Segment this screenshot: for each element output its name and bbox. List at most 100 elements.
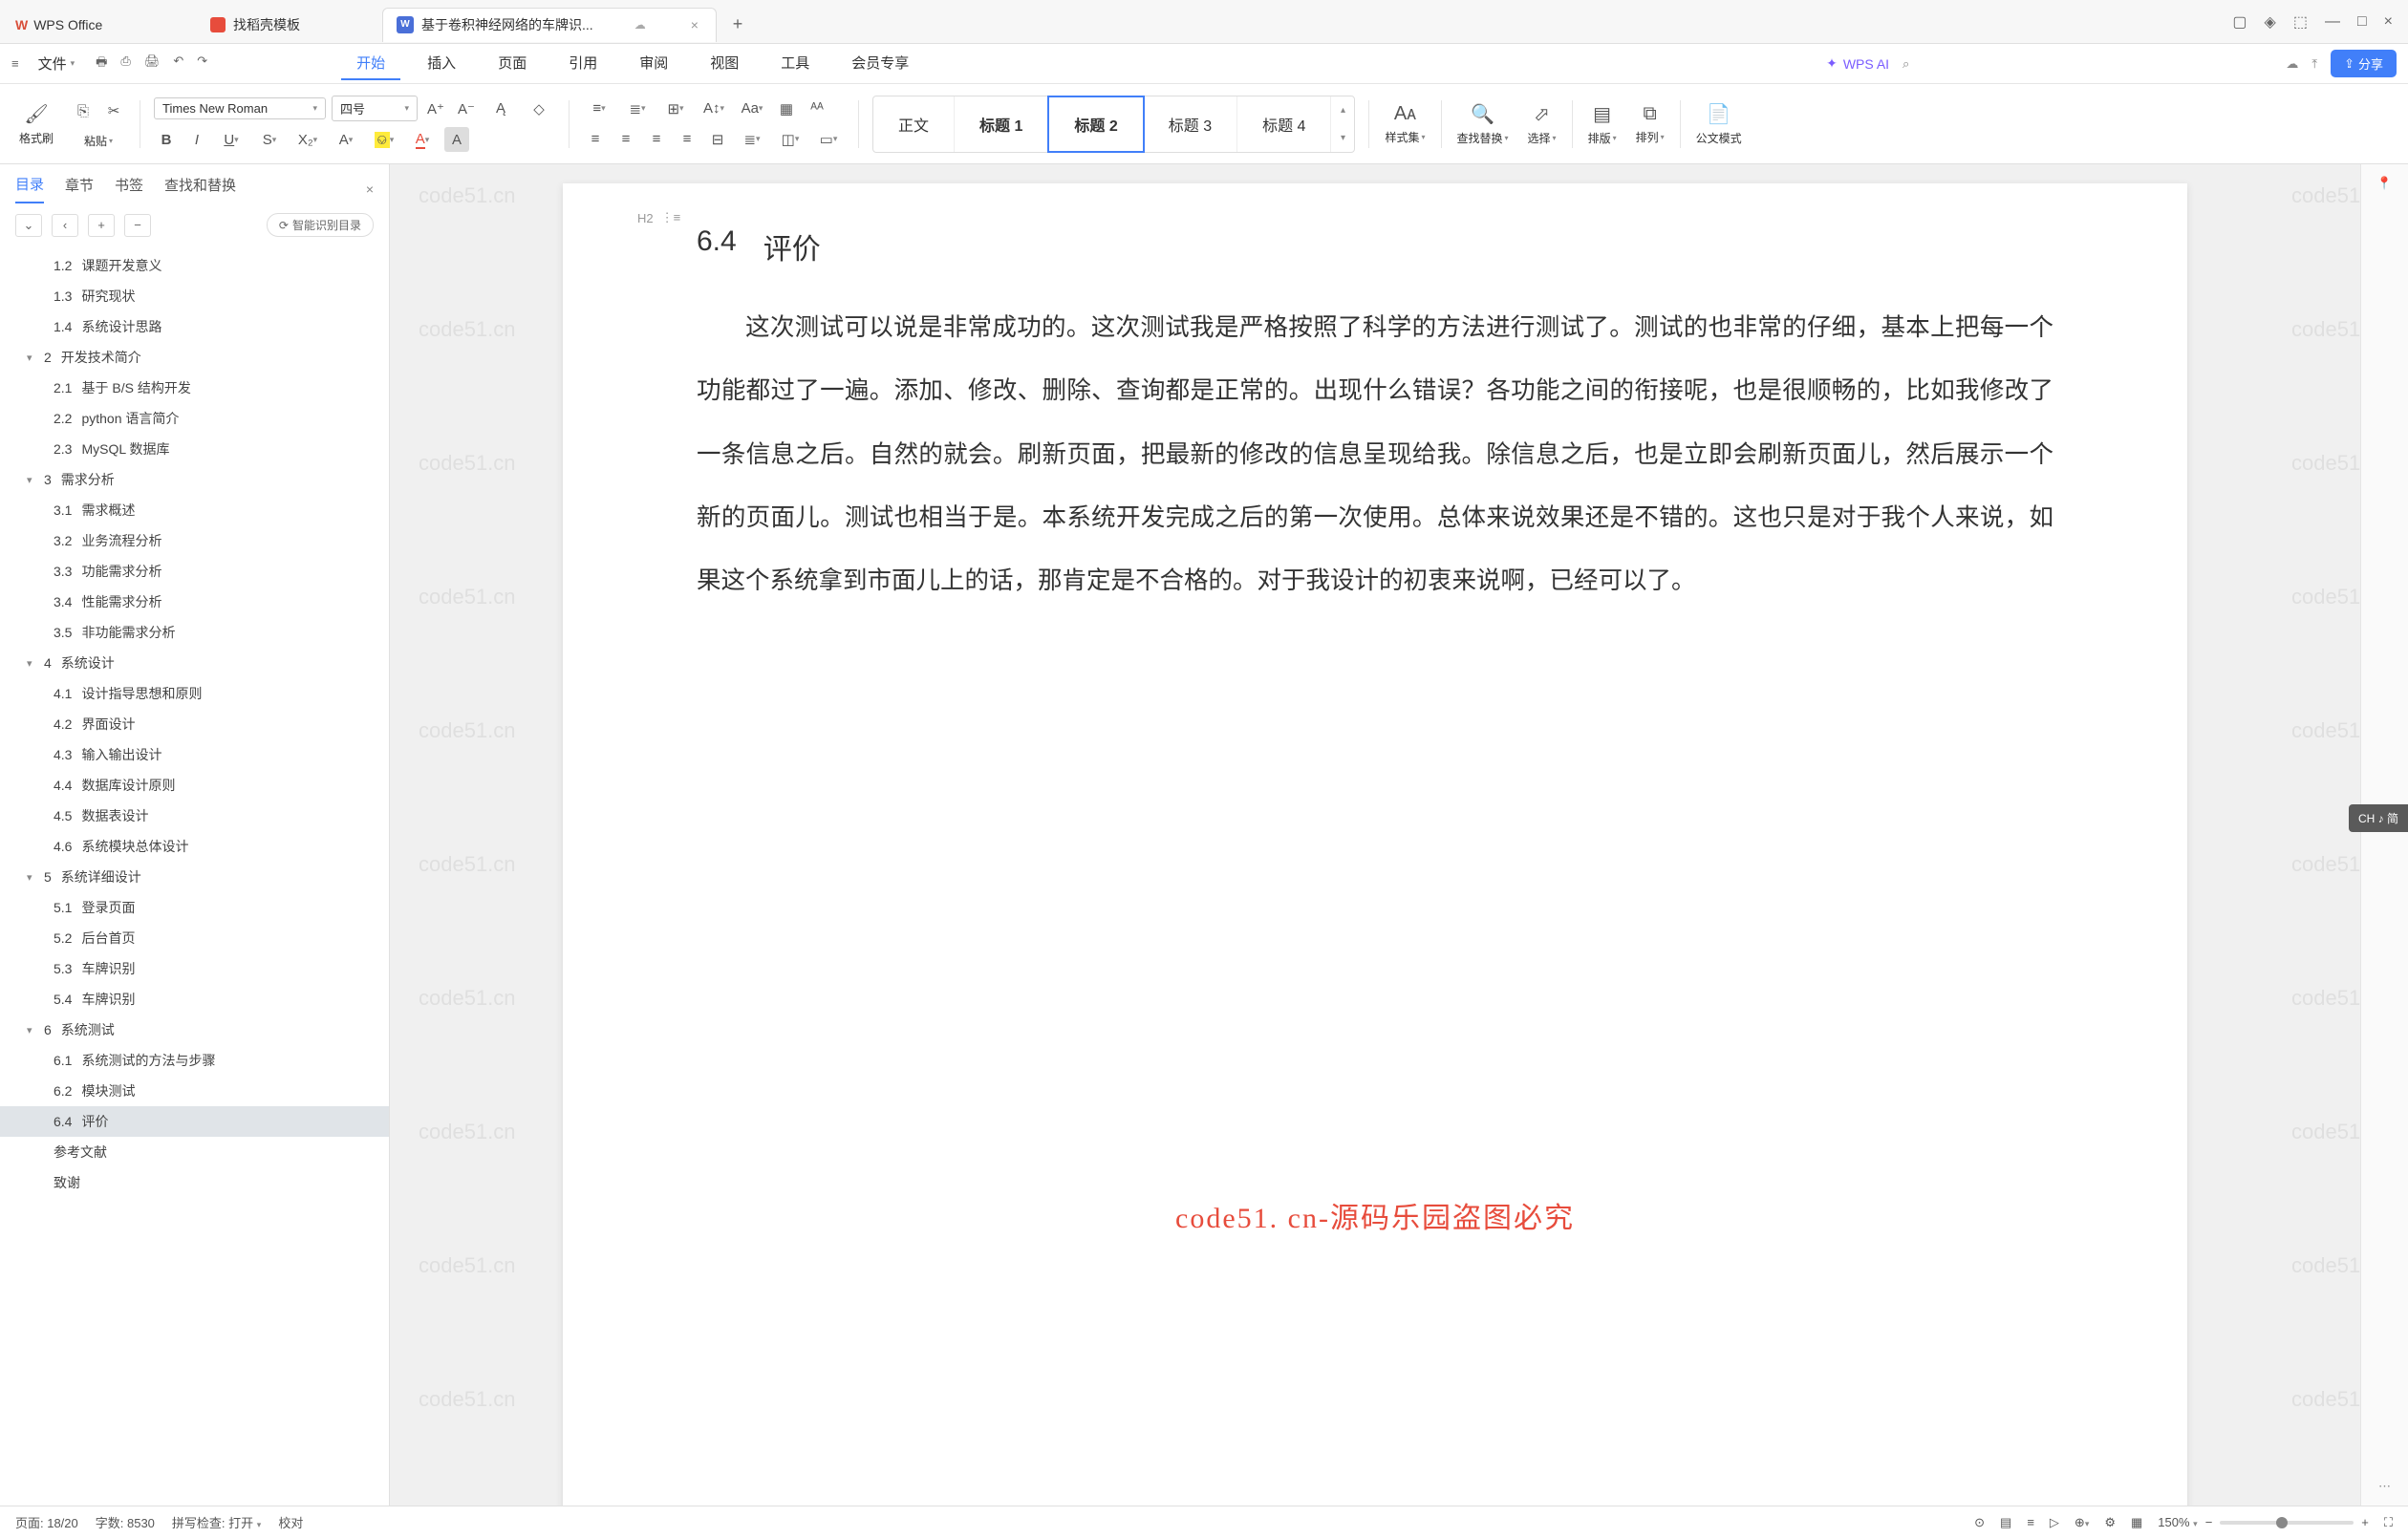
sidebar-tab-sections[interactable]: 章节 <box>65 175 94 203</box>
status-page[interactable]: 页面: 18/20 <box>15 1513 78 1531</box>
toc-item[interactable]: ▾6系统测试 <box>0 1015 389 1045</box>
toc-item[interactable]: 3.5非功能需求分析 <box>0 617 389 648</box>
status-view-6[interactable]: ⚙ <box>2104 1515 2116 1530</box>
style-heading2[interactable]: 标题 2 <box>1047 96 1144 153</box>
subscript-button[interactable]: X₂▾ <box>291 127 324 152</box>
search-icon[interactable]: ⌕ <box>1903 56 1909 72</box>
toc-item[interactable]: 3.2业务流程分析 <box>0 525 389 556</box>
format-painter-button[interactable]: 🖌 格式刷 <box>10 90 63 159</box>
style-heading3[interactable]: 标题 3 <box>1144 96 1237 152</box>
qat-print[interactable]: 🖨 <box>144 53 161 75</box>
toc-item[interactable]: 4.2界面设计 <box>0 709 389 739</box>
more-icon[interactable]: ⋯ <box>2378 1479 2391 1494</box>
toc-item[interactable]: 2.1基于 B/S 结构开发 <box>0 373 389 403</box>
style-set-button[interactable]: Aᴀ 样式集▾ <box>1375 90 1434 159</box>
file-menu[interactable]: 文件▾ <box>29 50 85 77</box>
toc-item[interactable]: 4.3输入输出设计 <box>0 739 389 770</box>
clear-format-button[interactable]: ◇ <box>523 96 555 121</box>
zoom-slider[interactable] <box>2220 1521 2354 1525</box>
cut-button[interactable]: ✂ <box>101 98 126 123</box>
smart-toc-button[interactable]: ⟳ 智能识别目录 <box>267 213 374 237</box>
menu-member[interactable]: 会员专享 <box>836 47 924 80</box>
grow-font-button[interactable]: A⁺ <box>423 96 448 121</box>
shading-button[interactable]: ◫▾ <box>774 127 806 152</box>
indent-button[interactable]: ≣▾ <box>736 127 768 152</box>
align-distribute-button[interactable]: ⊟ <box>705 127 730 152</box>
status-view-5[interactable]: ⊕▾ <box>2075 1515 2089 1530</box>
toc-item[interactable]: 4.6系统模块总体设计 <box>0 831 389 862</box>
style-down-button[interactable]: ▾ <box>1331 124 1354 152</box>
line-spacing-button[interactable]: A↕▾ <box>698 96 730 121</box>
sidebar-tab-bookmarks[interactable]: 书签 <box>115 175 143 203</box>
toc-item[interactable]: 6.2模块测试 <box>0 1076 389 1106</box>
document-page[interactable]: H2 ⋮≡ 6.4 评价 这次测试可以说是非常成功的。这次测试我是严格按照了科学… <box>563 183 2187 1506</box>
hamburger-icon[interactable]: ≡ <box>11 56 19 71</box>
zoom-in-button[interactable]: + <box>2361 1515 2369 1529</box>
toc-collapse-button[interactable]: ⌄ <box>15 214 42 237</box>
para-marks-button[interactable]: ▦ <box>774 96 799 121</box>
qat-undo[interactable]: ↶ <box>173 53 183 75</box>
sidebar-tab-toc[interactable]: 目录 <box>15 174 44 203</box>
char-border-button[interactable]: ᴬᴬ <box>805 96 829 121</box>
tab-close-button[interactable]: × <box>687 17 702 32</box>
zoom-out-button[interactable]: − <box>2205 1515 2213 1529</box>
toc-item[interactable]: 1.3研究现状 <box>0 281 389 311</box>
status-view-4[interactable]: ▷ <box>2050 1515 2059 1530</box>
text-effect-button[interactable]: A▾ <box>330 127 362 152</box>
align-left-button[interactable]: ≡ <box>583 127 608 152</box>
arrange-button[interactable]: ⧉ 排列▾ <box>1626 90 1674 159</box>
toc-item[interactable]: 5.3车牌识别 <box>0 953 389 984</box>
upload-icon[interactable]: ⤒ <box>2311 56 2317 72</box>
winbtn-a[interactable]: ▢ <box>2232 12 2247 32</box>
toc-item[interactable]: 4.4数据库设计原则 <box>0 770 389 801</box>
toc-item[interactable]: ▾3需求分析 <box>0 464 389 495</box>
toc-item[interactable]: 6.4评价 <box>0 1106 389 1137</box>
style-heading1[interactable]: 标题 1 <box>955 96 1048 152</box>
tab-document[interactable]: W 基于卷积神经网络的车牌识... ☁ × <box>382 8 717 42</box>
gov-mode-button[interactable]: 📄 公文模式 <box>1687 90 1752 159</box>
qat-save[interactable]: 🖶 <box>96 53 107 75</box>
style-normal[interactable]: 正文 <box>873 96 955 152</box>
tab-add-button[interactable]: + <box>720 8 755 42</box>
font-size-select[interactable]: 四号▾ <box>332 96 418 121</box>
align-center-button[interactable]: ≡ <box>613 127 638 152</box>
menu-start[interactable]: 开始 <box>341 47 400 80</box>
cloud-sync-icon[interactable]: ☁ <box>2286 56 2298 72</box>
zoom-value[interactable]: 150% ▾ <box>2158 1515 2197 1529</box>
toc-item[interactable]: 4.1设计指导思想和原则 <box>0 678 389 709</box>
layout-button[interactable]: ▤ 排版▾ <box>1579 90 1626 159</box>
fullscreen-button[interactable]: ⛶ <box>2384 1515 2393 1530</box>
paste-button[interactable]: 粘贴▾ <box>71 129 126 149</box>
toc-item[interactable]: 致谢 <box>0 1167 389 1198</box>
select-button[interactable]: ⬀ 选择▾ <box>1518 90 1566 159</box>
borders-button[interactable]: ▭▾ <box>812 127 845 152</box>
share-button[interactable]: ⇪ 分享 <box>2331 50 2397 77</box>
toc-item[interactable]: ▾2开发技术简介 <box>0 342 389 373</box>
align-right-button[interactable]: ≡ <box>644 127 669 152</box>
status-view-1[interactable]: ⊙ <box>1974 1515 1985 1530</box>
minimize-button[interactable]: — <box>2325 13 2340 31</box>
toc-prev-button[interactable]: ‹ <box>52 214 78 237</box>
toc-item[interactable]: 5.2后台首页 <box>0 923 389 953</box>
pin-icon[interactable]: 📍 <box>2376 176 2392 191</box>
sidebar-close-button[interactable]: × <box>366 182 374 197</box>
tab-template[interactable]: 找稻壳模板 <box>197 8 378 42</box>
char-shading-button[interactable]: A <box>444 127 469 152</box>
menu-review[interactable]: 审阅 <box>624 47 683 80</box>
toc-item[interactable]: 6.1系统测试的方法与步骤 <box>0 1045 389 1076</box>
font-color-button[interactable]: A▾ <box>406 127 439 152</box>
find-replace-button[interactable]: 🔍 查找替换▾ <box>1448 90 1518 159</box>
toc-remove-button[interactable]: − <box>124 214 151 237</box>
numbering-button[interactable]: ≣▾ <box>621 96 654 121</box>
toc-item[interactable]: 1.4系统设计思路 <box>0 311 389 342</box>
winbtn-c[interactable]: ⬚ <box>2293 12 2308 32</box>
toc-item[interactable]: 3.1需求概述 <box>0 495 389 525</box>
toc-add-button[interactable]: + <box>88 214 115 237</box>
document-area[interactable]: code51.cncode51.cncode51.cncode51.cncode… <box>390 164 2360 1506</box>
phonetic-button[interactable]: Ą <box>484 96 517 121</box>
menu-page[interactable]: 页面 <box>483 47 542 80</box>
strikethrough-button[interactable]: S▾ <box>253 127 286 152</box>
style-heading4[interactable]: 标题 4 <box>1237 96 1331 152</box>
status-words[interactable]: 字数: 8530 <box>96 1513 155 1531</box>
status-proof[interactable]: 校对 <box>278 1513 303 1531</box>
